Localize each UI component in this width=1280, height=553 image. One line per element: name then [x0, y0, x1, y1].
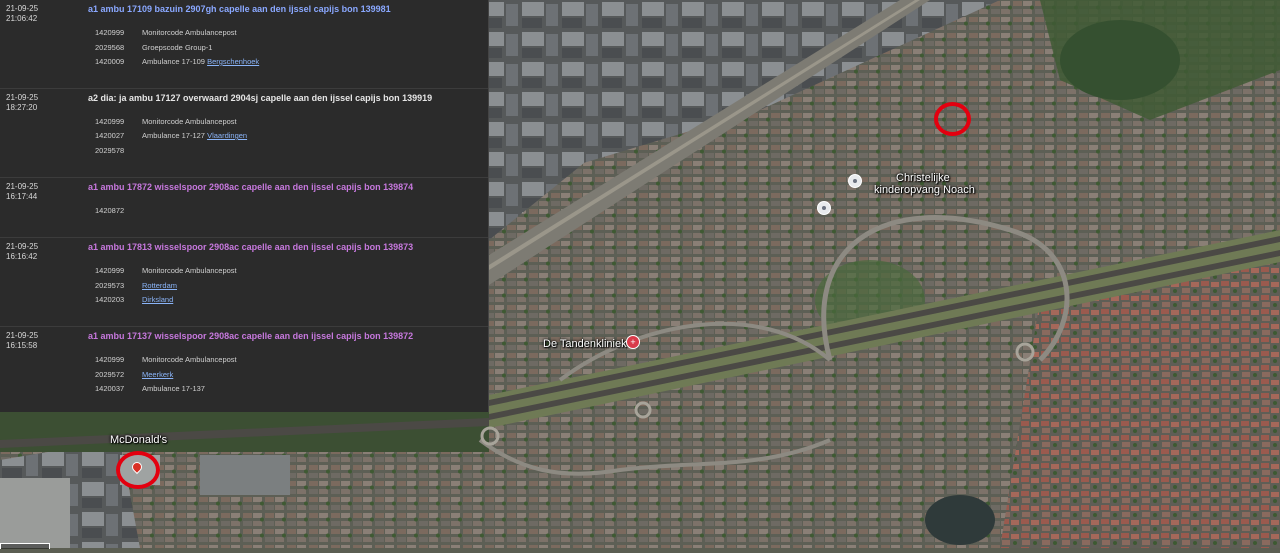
capcode: 2029578 [95, 146, 125, 155]
capcode-row: 1420999 Monitorcode Ambulancepost [95, 266, 237, 275]
region-link[interactable]: Bergschenhoek [207, 57, 259, 66]
capcode-row: 1420872 [95, 206, 142, 215]
capcode-row: 1420037 Ambulance 17-137 [95, 384, 205, 393]
message-title: a1 ambu 17813 wisselspoor 2908ac capelle… [88, 242, 414, 252]
message-date: 21-09-25 [6, 4, 39, 13]
message-time: 16:17:44 [6, 192, 38, 201]
capcode: 1420999 [95, 355, 125, 364]
region-link[interactable]: Meerkerk [142, 370, 173, 379]
capcode-description: Monitorcode Ambulancepost [142, 355, 237, 364]
tandenkliniek-label[interactable]: De Tandenkliniek [543, 338, 627, 350]
message-date: 21-09-25 [6, 93, 39, 102]
message-date: 21-09-25 [6, 242, 39, 251]
capcode-row: 1420009 Ambulance 17-109 Bergschenhoek [95, 57, 259, 66]
map-scale-bar [0, 543, 50, 549]
kinderopvang-label-line2[interactable]: kinderopvang Noach [874, 184, 975, 196]
capcode: 2029572 [95, 370, 125, 379]
capcode: 1420872 [95, 206, 125, 215]
capcode-row: 2029578 [95, 146, 142, 155]
kinderopvang-label-line1[interactable]: Christelijke [896, 172, 950, 184]
capcode-description: Monitorcode Ambulancepost [142, 266, 237, 275]
capcode-description: Monitorcode Ambulancepost [142, 28, 237, 37]
capcode-row: 1420999 Monitorcode Ambulancepost [95, 28, 237, 37]
message-time: 16:16:42 [6, 252, 38, 261]
capcode: 1420999 [95, 28, 125, 37]
capcode: 2029573 [95, 281, 125, 290]
region-link[interactable]: Vlaardingen [207, 131, 247, 140]
poi-pin-icon[interactable] [848, 174, 862, 188]
message-title: a1 ambu 17872 wisselspoor 2908ac capelle… [88, 182, 414, 192]
capcode: 1420999 [95, 117, 125, 126]
region-link[interactable]: Rotterdam [142, 281, 177, 290]
message-date: 21-09-25 [6, 331, 39, 340]
capcode-row: 1420999 Monitorcode Ambulancepost [95, 117, 237, 126]
message-time: 21:06:42 [6, 14, 38, 23]
capcode-description: Monitorcode Ambulancepost [142, 117, 237, 126]
capcode-row: 1420027 Ambulance 17-127 Vlaardingen [95, 131, 247, 140]
message-entry[interactable]: 21-09-25 16:17:44 a1 ambu 17872 wisselsp… [0, 178, 488, 238]
capcode-row: 2029572 Meerkerk [95, 370, 173, 379]
capcode: 1420203 [95, 295, 125, 304]
message-time: 16:15:58 [6, 341, 38, 350]
capcode-row: 1420203 Dirksland [95, 295, 173, 304]
message-date: 21-09-25 [6, 182, 39, 191]
message-entry[interactable]: 21-09-25 18:27:20 a2 dia: ja ambu 17127 … [0, 89, 488, 178]
message-time: 18:27:20 [6, 103, 38, 112]
region-link[interactable]: Dirksland [142, 295, 173, 304]
message-title: a2 dia: ja ambu 17127 overwaard 2904sj c… [88, 93, 433, 103]
capcode-description: Ambulance 17-127 [142, 131, 205, 140]
capcode: 1420999 [95, 266, 125, 275]
capcode-row: 1420999 Monitorcode Ambulancepost [95, 355, 237, 364]
pager-message-panel: 21-09-25 21:06:42 a1 ambu 17109 bazuin 2… [0, 0, 489, 412]
capcode-description: Ambulance 17-137 [142, 384, 205, 393]
message-entry[interactable]: 21-09-25 21:06:42 a1 ambu 17109 bazuin 2… [0, 0, 488, 89]
poi-pin-icon[interactable] [817, 201, 831, 215]
capcode: 1420009 [95, 57, 125, 66]
message-title: a1 ambu 17109 bazuin 2907gh capelle aan … [88, 4, 391, 14]
mcdonalds-label[interactable]: McDonald's [110, 434, 167, 446]
message-title: a1 ambu 17137 wisselspoor 2908ac capelle… [88, 331, 414, 341]
message-entry[interactable]: 21-09-25 16:16:42 a1 ambu 17813 wisselsp… [0, 238, 488, 327]
dental-clinic-icon[interactable]: + [626, 335, 640, 349]
capcode: 1420037 [95, 384, 125, 393]
incident-marker-ring [116, 451, 160, 489]
capcode-row: 2029568 Groepscode Group-1 [95, 43, 212, 52]
capcode-description: Ambulance 17-109 [142, 57, 205, 66]
capcode: 1420027 [95, 131, 125, 140]
capcode-row: 2029573 Rotterdam [95, 281, 177, 290]
incident-marker-ring [934, 102, 971, 136]
capcode-description: Groepscode Group-1 [142, 43, 213, 52]
capcode: 2029568 [95, 43, 125, 52]
message-entry[interactable]: 21-09-25 16:15:58 a1 ambu 17137 wisselsp… [0, 327, 488, 412]
